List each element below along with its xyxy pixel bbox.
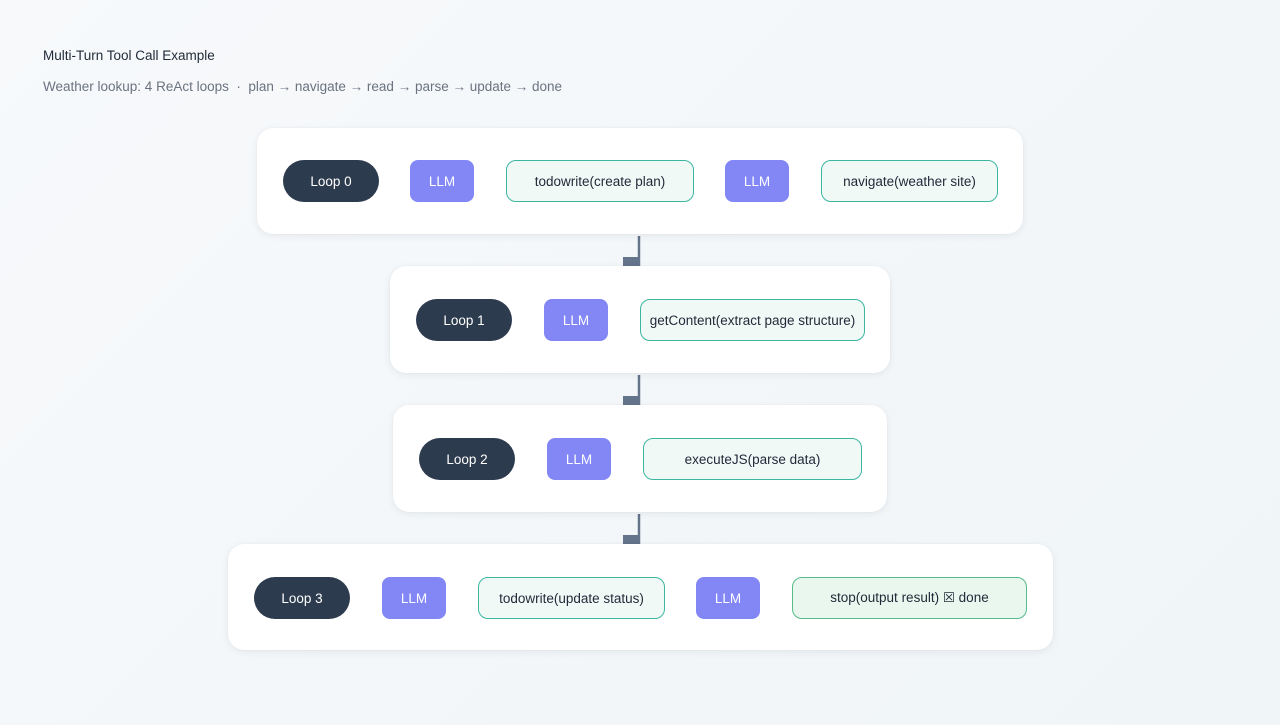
loop-2-label: Loop 2: [419, 438, 515, 480]
connector-loop1-to-loop2: [623, 375, 641, 405]
loop-1-tool-1: getContent(extract page structure): [640, 299, 865, 341]
connector-loop2-to-loop3: [623, 514, 641, 544]
loop-0-tool-2: navigate(weather site): [821, 160, 998, 202]
loop-1-label: Loop 1: [416, 299, 512, 341]
loop-3-llm-1: LLM: [382, 577, 446, 619]
loop-0-llm-1: LLM: [410, 160, 474, 202]
loop-0-label: Loop 0: [283, 160, 379, 202]
loop-3-tool-done: stop(output result) ☒ done: [792, 577, 1027, 619]
loop-2-tool-1: executeJS(parse data): [643, 438, 862, 480]
loop-2-llm-1: LLM: [547, 438, 611, 480]
loop-3-llm-2: LLM: [696, 577, 760, 619]
loop-0-llm-2: LLM: [725, 160, 789, 202]
loop-0-tool-1: todowrite(create plan): [506, 160, 694, 202]
connector-loop0-to-loop1: [623, 236, 641, 266]
loop-3-tool-1: todowrite(update status): [478, 577, 665, 619]
loop-3-label: Loop 3: [254, 577, 350, 619]
loop-1-llm-1: LLM: [544, 299, 608, 341]
